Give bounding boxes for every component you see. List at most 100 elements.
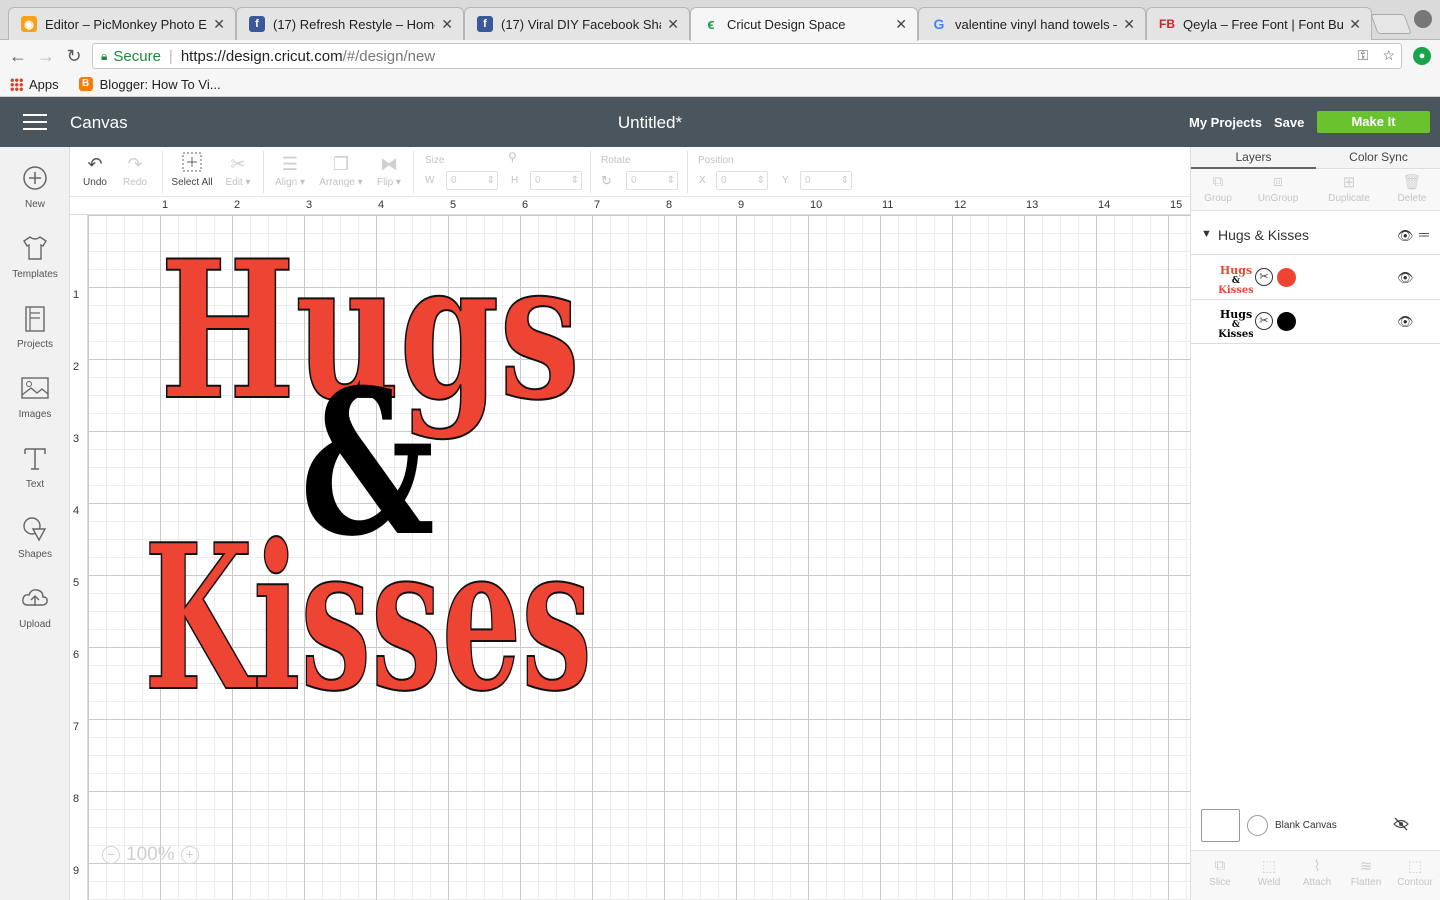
attach-button[interactable]: ⌇ Attach bbox=[1292, 857, 1342, 888]
close-tab-icon[interactable]: ✕ bbox=[895, 16, 907, 33]
width-input[interactable]: 0 bbox=[446, 171, 498, 190]
delete-button[interactable]: 🗑︎ Delete bbox=[1382, 173, 1440, 204]
contour-button[interactable]: ⬚ Contour bbox=[1390, 857, 1440, 888]
slice-button[interactable]: ⧉ Slice bbox=[1195, 857, 1245, 888]
tab-title: Cricut Design Space bbox=[727, 17, 846, 32]
eye-icon[interactable]: 👁︎ bbox=[1397, 270, 1414, 286]
tab-color-sync[interactable]: Color Sync bbox=[1316, 150, 1440, 164]
tab-layers[interactable]: Layers bbox=[1191, 150, 1316, 169]
arrange-menu-button[interactable]: ❐ Arrange ▾ bbox=[316, 151, 366, 188]
trash-icon: 🗑︎ bbox=[1402, 174, 1422, 191]
bottom-actions: ⧉ Slice ⬚ Weld ⌇ Attach ≋ Flatten ⬚ Cont… bbox=[1191, 850, 1440, 900]
weld-button[interactable]: ⬚ Weld bbox=[1244, 857, 1294, 888]
ungroup-label: UnGroup bbox=[1257, 193, 1299, 204]
layer-group-hugs-kisses[interactable]: ▼ Hugs & Kisses 👁︎ ═ bbox=[1191, 219, 1440, 255]
profile-icon[interactable] bbox=[1414, 10, 1432, 28]
upload-button[interactable]: Upload bbox=[0, 585, 70, 630]
blank-canvas-color[interactable] bbox=[1247, 815, 1268, 836]
thumb-line2: Kisses bbox=[1219, 329, 1253, 339]
ruler-tick-label: 7 bbox=[594, 199, 601, 211]
edit-menu-button[interactable]: ✂ Edit ▾ bbox=[220, 151, 256, 188]
templates-button[interactable]: Templates bbox=[0, 235, 70, 280]
bookmark-star-icon[interactable]: ☆ bbox=[1382, 47, 1395, 64]
tshirt-icon bbox=[20, 235, 50, 263]
x-position-input[interactable]: 0 bbox=[716, 171, 768, 190]
save-button[interactable]: Save bbox=[1274, 115, 1304, 130]
duplicate-button[interactable]: ⊞ Duplicate bbox=[1319, 173, 1379, 204]
hamburger-menu-icon[interactable] bbox=[23, 114, 47, 130]
images-button[interactable]: Images bbox=[0, 375, 70, 420]
close-tab-icon[interactable]: ✕ bbox=[213, 16, 225, 33]
browser-tab-viral-diy[interactable]: f (17) Viral DIY Facebook Shari ✕ bbox=[464, 7, 690, 40]
key-icon[interactable]: ⚿ bbox=[1358, 47, 1369, 64]
toolbar-divider bbox=[162, 151, 163, 193]
bookmark-apps[interactable]: Apps bbox=[10, 77, 59, 92]
reload-icon[interactable]: ↻ bbox=[64, 46, 84, 67]
horizontal-ruler: 1 2 3 4 5 6 7 8 9 10 11 12 13 14 15 bbox=[70, 197, 1190, 215]
browser-toolbar: ← → ↻ 🔒︎ Secure | https://design.cricut.… bbox=[0, 40, 1440, 72]
my-projects-link[interactable]: My Projects bbox=[1189, 115, 1262, 130]
drag-handle-icon[interactable]: ═ bbox=[1419, 226, 1429, 242]
projects-button[interactable]: Projects bbox=[0, 305, 70, 350]
bookmark-blogger[interactable]: B Blogger: How To Vi... bbox=[78, 77, 221, 92]
ruler-tick-label: 13 bbox=[1026, 199, 1039, 211]
y-position-input[interactable]: 0 bbox=[800, 171, 852, 190]
caret-down-icon[interactable]: ▼ bbox=[1201, 228, 1212, 240]
ungroup-button[interactable]: ⧈ UnGroup bbox=[1248, 173, 1308, 204]
layer-row-black[interactable]: Hugs & Kisses ✂ 👁︎ bbox=[1191, 301, 1440, 344]
design-canvas[interactable]: Hugs & Kisses bbox=[88, 215, 1190, 900]
undo-button[interactable]: ↶ Undo bbox=[80, 151, 110, 188]
flatten-button[interactable]: ≋ Flatten bbox=[1341, 857, 1391, 888]
layer-color-swatch[interactable] bbox=[1277, 312, 1296, 331]
align-icon: ☰ bbox=[281, 154, 299, 174]
layers-panel: Layers Color Sync ⧉ Group ⧈ UnGroup ⊞ Du… bbox=[1190, 147, 1440, 900]
browser-tab-cricut[interactable]: ϵ Cricut Design Space ✕ bbox=[690, 7, 918, 41]
shapes-button[interactable]: Shapes bbox=[0, 515, 70, 560]
height-letter: H bbox=[511, 175, 519, 186]
new-tab-button[interactable] bbox=[1370, 14, 1412, 34]
extension-icon[interactable]: ● bbox=[1413, 47, 1431, 65]
address-bar[interactable]: 🔒︎ Secure | https://design.cricut.com /#… bbox=[92, 43, 1402, 69]
lock-ratio-icon[interactable]: ⚲ bbox=[508, 150, 517, 164]
new-button[interactable]: New bbox=[0, 165, 70, 210]
cut-operation-icon[interactable]: ✂ bbox=[1255, 268, 1273, 286]
height-input[interactable]: 0 bbox=[530, 171, 582, 190]
layer-color-swatch[interactable] bbox=[1277, 268, 1296, 287]
zoom-in-icon[interactable]: + bbox=[180, 846, 199, 864]
browser-tab-google-search[interactable]: G valentine vinyl hand towels – ✕ bbox=[918, 7, 1146, 40]
align-menu-button[interactable]: ☰ Align ▾ bbox=[270, 151, 310, 188]
ruler-tick-label: 3 bbox=[73, 433, 80, 445]
close-tab-icon[interactable]: ✕ bbox=[1123, 16, 1135, 33]
redo-button[interactable]: ↷ Redo bbox=[120, 151, 150, 188]
eye-hidden-icon[interactable] bbox=[1393, 817, 1409, 834]
group-button[interactable]: ⧉ Group bbox=[1188, 173, 1248, 204]
ruler-tick-label: 8 bbox=[73, 793, 80, 805]
eye-icon[interactable]: 👁︎ bbox=[1397, 228, 1414, 244]
text-button[interactable]: Text bbox=[0, 445, 70, 490]
select-all-button[interactable]: Select All bbox=[168, 151, 216, 188]
projects-icon bbox=[20, 305, 50, 333]
close-tab-icon[interactable]: ✕ bbox=[441, 16, 453, 33]
paperclip-icon: ⌇ bbox=[1313, 858, 1321, 875]
zoom-out-icon[interactable]: − bbox=[102, 846, 120, 864]
kisses-text-object[interactable]: Kisses bbox=[143, 500, 593, 737]
eye-icon[interactable]: 👁︎ bbox=[1397, 314, 1414, 330]
close-tab-icon[interactable]: ✕ bbox=[1349, 16, 1361, 33]
address-separator: | bbox=[168, 47, 173, 65]
rotate-input[interactable]: 0 bbox=[626, 171, 678, 190]
make-it-button[interactable]: Make It bbox=[1317, 111, 1430, 133]
blank-canvas-row[interactable]: Blank Canvas bbox=[1191, 807, 1440, 847]
ruler-tick-label: 15 bbox=[1170, 199, 1183, 211]
close-tab-icon[interactable]: ✕ bbox=[667, 16, 679, 33]
forward-arrow-icon[interactable]: → bbox=[36, 46, 56, 67]
layer-row-red[interactable]: Hugs & Kisses ✂ 👁︎ bbox=[1191, 257, 1440, 300]
browser-tab-refresh-restyle[interactable]: f (17) Refresh Restyle – Home ✕ bbox=[236, 7, 464, 40]
canvas-artwork: Hugs & Kisses bbox=[143, 218, 593, 737]
browser-tab-font-bundles[interactable]: FB Qeyla – Free Font | Font Bund ✕ bbox=[1146, 7, 1372, 40]
cut-operation-icon[interactable]: ✂ bbox=[1255, 312, 1273, 330]
facebook-icon: f bbox=[477, 16, 493, 32]
flip-menu-button[interactable]: ⧓ Flip ▾ bbox=[372, 151, 406, 188]
back-arrow-icon[interactable]: ← bbox=[8, 46, 28, 67]
blank-canvas-swatch[interactable] bbox=[1201, 809, 1240, 842]
browser-tab-picmonkey[interactable]: ◉ Editor – PicMonkey Photo Edi ✕ bbox=[8, 7, 236, 40]
